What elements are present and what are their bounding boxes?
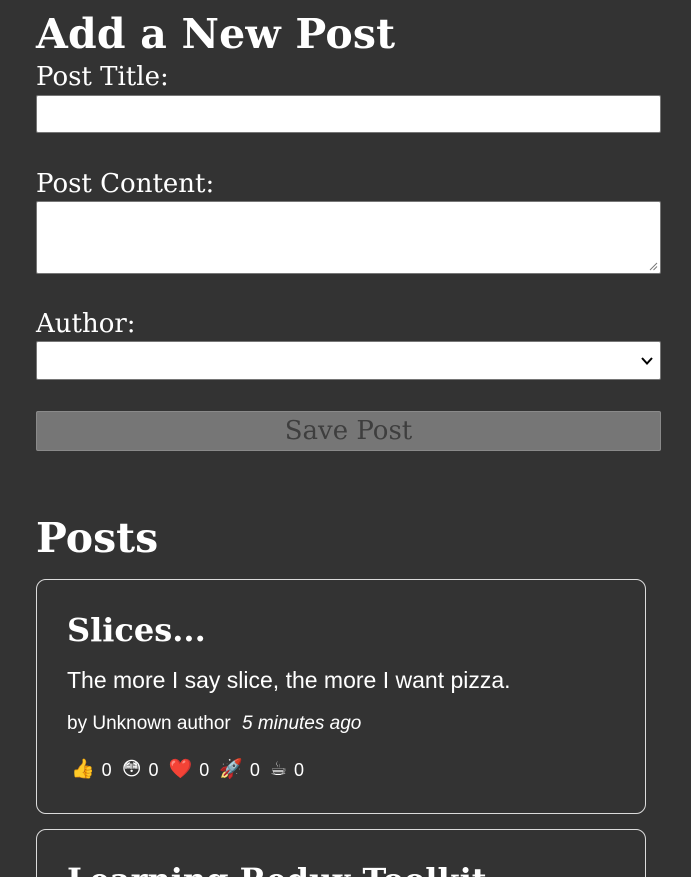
save-post-button[interactable]: Save Post bbox=[36, 411, 661, 451]
post-author: by Unknown author bbox=[67, 713, 231, 734]
author-select[interactable] bbox=[36, 341, 661, 380]
resize-grip-icon[interactable] bbox=[648, 261, 658, 271]
reaction-count: 0 bbox=[293, 759, 304, 780]
reaction-count: 0 bbox=[199, 759, 210, 780]
posts-section-title: Posts bbox=[36, 514, 159, 562]
reaction-button-hooray[interactable]: 😳 0 bbox=[118, 756, 163, 784]
post-title-label: Post Title: bbox=[36, 62, 169, 92]
reaction-button-thumbs-up[interactable]: 👍 0 bbox=[67, 756, 116, 784]
reaction-count: 0 bbox=[101, 759, 112, 780]
post-card: Slices... The more I say slice, the more… bbox=[36, 579, 646, 814]
reaction-button-coffee[interactable]: ☕ 0 bbox=[266, 756, 308, 784]
chevron-down-icon bbox=[641, 357, 653, 365]
reaction-buttons: 👍 0 😳 0 ❤️ 0 🚀 0 ☕ 0 bbox=[67, 756, 310, 784]
hooray-icon: 😳 bbox=[121, 759, 142, 780]
rocket-icon: 🚀 bbox=[219, 759, 243, 780]
page: Add a New Post Post Title: Post Content:… bbox=[0, 0, 691, 877]
author-label: Author: bbox=[36, 309, 136, 339]
post-card: Learning Redux Toolkit bbox=[36, 829, 646, 877]
post-content: The more I say slice, the more I want pi… bbox=[67, 667, 511, 693]
thumbs-up-icon: 👍 bbox=[71, 759, 95, 780]
form-title: Add a New Post bbox=[36, 10, 396, 58]
coffee-icon: ☕ bbox=[269, 759, 287, 780]
post-content-label: Post Content: bbox=[36, 169, 215, 199]
reaction-button-rocket[interactable]: 🚀 0 bbox=[215, 756, 264, 784]
post-title: Learning Redux Toolkit bbox=[67, 860, 487, 877]
reaction-button-heart[interactable]: ❤️ 0 bbox=[165, 756, 214, 784]
post-meta: by Unknown author 5 minutes ago bbox=[67, 712, 361, 736]
post-timestamp: 5 minutes ago bbox=[242, 713, 362, 734]
post-title: Slices... bbox=[67, 611, 206, 649]
heart-icon: ❤️ bbox=[168, 759, 193, 780]
post-content-textarea[interactable] bbox=[36, 201, 661, 274]
post-title-input[interactable] bbox=[36, 95, 661, 133]
reaction-count: 0 bbox=[249, 759, 260, 780]
reaction-count: 0 bbox=[148, 759, 159, 780]
